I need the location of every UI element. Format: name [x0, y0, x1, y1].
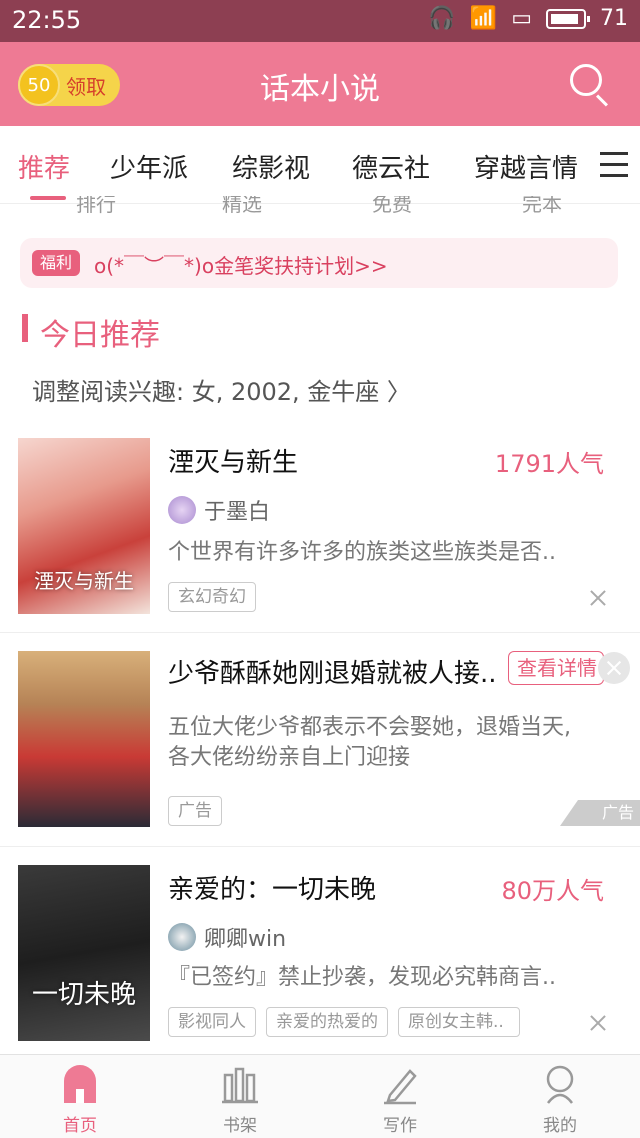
ad-tag: 广告 [168, 796, 222, 826]
quick-links-row: 排行 精选 免费 完本 [0, 196, 640, 216]
headphones-icon: 🎧 [428, 6, 456, 31]
quick-link-completed[interactable]: 完本 [522, 196, 562, 216]
nav-label: 我的 [543, 1116, 577, 1136]
quick-link-free[interactable]: 免费 [372, 196, 412, 216]
nav-label: 首页 [63, 1116, 97, 1136]
book-description: 个世界有许多许多的族类这些族类是否.. [168, 540, 556, 565]
description-line: 五位大佬少爷都表示不会娶她，退婚当天, [168, 715, 571, 740]
bottom-nav: 首页 书架 写作 我的 [0, 1054, 640, 1138]
author-row: 卿卿win [168, 921, 286, 953]
book-cover[interactable]: 一切未晚 [18, 865, 150, 1041]
promo-tag: 福利 [32, 250, 81, 276]
status-bar: 22:55 🎧 📶 ▭ 71 [0, 0, 640, 42]
status-icons: 🎧 📶 ▭ 71 [428, 6, 628, 31]
cover-title: 一切未晚 [31, 980, 136, 1010]
view-details-button[interactable]: 查看详情 [508, 651, 604, 685]
tab-recommend[interactable]: 推荐 [18, 148, 70, 185]
tab-youth[interactable]: 少年派 [110, 148, 188, 185]
search-icon[interactable] [570, 64, 602, 96]
nav-label: 写作 [383, 1116, 417, 1136]
genre-tag[interactable]: 玄幻奇幻 [168, 582, 256, 612]
book-cover[interactable]: 湮灭与新生 [18, 438, 150, 614]
app-bar: 50 领取 话本小说 [0, 42, 640, 126]
wifi-icon: 📶 [469, 6, 498, 31]
genre-tag[interactable]: 影视同人 [168, 1007, 256, 1037]
description-line: 各大佬纷纷亲自上门迎接 [168, 745, 411, 770]
clock: 22:55 [12, 6, 82, 34]
bookshelf-icon [222, 1065, 258, 1105]
battery-level: 71 [600, 6, 628, 31]
app-title: 话本小说 [260, 72, 380, 107]
quick-link-featured[interactable]: 精选 [222, 196, 262, 216]
tag-list: 玄幻奇幻 [168, 582, 256, 612]
popularity-count: 80万人气 [501, 877, 604, 905]
author-name: 于墨白 [204, 500, 271, 525]
tab-time-travel-romance[interactable]: 穿越言情 [474, 148, 578, 185]
cover-title: 湮灭与新生 [34, 569, 134, 593]
tab-deyunshe[interactable]: 德云社 [352, 148, 430, 185]
promo-banner[interactable]: 福利 o(*￣︶￣*)o金笔奖扶持计划>> [20, 238, 618, 288]
adjust-interest-link[interactable]: 调整阅读兴趣: 女, 2002, 金牛座 〉 [32, 372, 411, 407]
battery-icon [546, 8, 590, 29]
close-icon[interactable] [590, 590, 606, 606]
tab-film-tv[interactable]: 综影视 [232, 148, 310, 185]
book-description: 五位大佬少爷都表示不会娶她，退婚当天, 各大佬纷纷亲自上门迎接 [168, 713, 616, 773]
pen-icon [382, 1065, 418, 1105]
book-card[interactable]: 一切未晚 亲爱的：一切未晚 80万人气 卿卿win 『已签约』禁止抄袭，发现必究… [0, 847, 640, 1047]
genre-tag[interactable]: 原创女主韩.. [398, 1007, 520, 1037]
author-name: 卿卿win [204, 927, 287, 952]
popularity-count: 1791人气 [494, 450, 604, 478]
book-title[interactable]: 亲爱的：一切未晚 [168, 869, 376, 906]
profile-icon [542, 1065, 578, 1105]
author-row: 于墨白 [168, 494, 270, 526]
genre-tag[interactable]: 亲爱的热爱的 [266, 1007, 388, 1037]
avatar [168, 496, 196, 524]
avatar [168, 923, 196, 951]
tag-list: 广告 [168, 796, 222, 826]
home-icon [62, 1065, 98, 1105]
book-title[interactable]: 少爷酥酥她刚退婚就被人接.. [168, 653, 497, 690]
nav-profile[interactable]: 我的 [520, 1065, 600, 1136]
nav-label: 书架 [223, 1116, 257, 1136]
book-cover[interactable] [18, 651, 150, 827]
close-ad-icon[interactable] [598, 652, 630, 684]
quick-link-ranking[interactable]: 排行 [76, 196, 116, 216]
nav-write[interactable]: 写作 [360, 1065, 440, 1136]
tag-list: 影视同人 亲爱的热爱的 原创女主韩.. [168, 1007, 520, 1037]
book-description: 『已签约』禁止抄袭，发现必究韩商言.. [168, 965, 556, 990]
close-icon[interactable] [590, 1015, 606, 1031]
nav-home[interactable]: 首页 [40, 1065, 120, 1136]
promo-text: o(*￣︶￣*)o金笔奖扶持计划>> [94, 254, 388, 278]
book-title[interactable]: 湮灭与新生 [168, 442, 298, 479]
nav-bookshelf[interactable]: 书架 [200, 1065, 280, 1136]
menu-icon[interactable] [600, 152, 628, 178]
screen-icon: ▭ [511, 6, 532, 31]
category-tabs: 推荐 少年派 综影视 德云社 穿越言情 [0, 126, 640, 204]
book-card[interactable]: 湮灭与新生 湮灭与新生 1791人气 于墨白 个世界有许多许多的族类这些族类是否… [0, 436, 640, 632]
section-accent-bar [22, 314, 28, 342]
section-title: 今日推荐 [40, 318, 160, 353]
